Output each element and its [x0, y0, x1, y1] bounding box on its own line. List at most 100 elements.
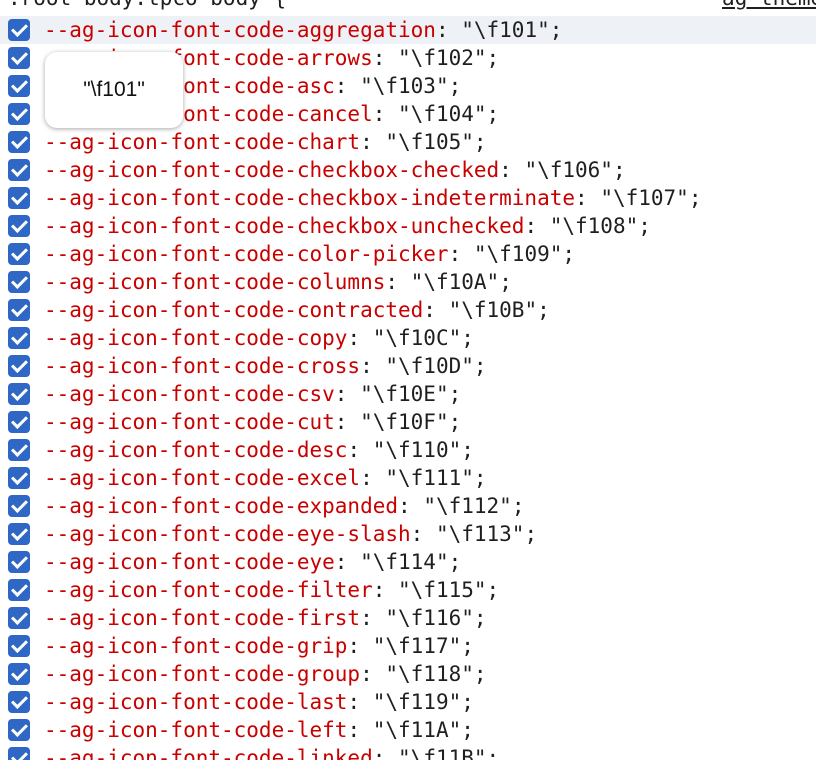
css-declaration-row[interactable]: --ag-icon-font-code-expanded: "\f112"; — [0, 492, 816, 520]
css-declaration-row[interactable]: --ag-icon-font-code-color-picker: "\f109… — [0, 240, 816, 268]
css-declaration-row[interactable]: --ag-icon-font-code-first: "\f116"; — [0, 604, 816, 632]
property-value[interactable]: "\f101" — [461, 18, 550, 42]
declaration-enabled-checkbox[interactable] — [8, 635, 30, 657]
property-name[interactable]: --ag-icon-font-code-cross — [44, 354, 360, 378]
property-name[interactable]: --ag-icon-font-code-chart — [44, 130, 360, 154]
property-value[interactable]: "\f112" — [423, 494, 512, 518]
property-value[interactable]: "\f10C" — [373, 326, 462, 350]
css-declaration-row[interactable]: --ag-icon-font-code-eye-slash: "\f113"; — [0, 520, 816, 548]
declaration-enabled-checkbox[interactable] — [8, 271, 30, 293]
property-name[interactable]: --ag-icon-font-code-desc — [44, 438, 347, 462]
property-name[interactable]: --ag-icon-font-code-linked — [44, 746, 373, 760]
property-name[interactable]: --ag-icon-font-code-aggregation — [44, 18, 436, 42]
declaration-enabled-checkbox[interactable] — [8, 187, 30, 209]
property-name[interactable]: --ag-icon-font-code-csv — [44, 382, 335, 406]
declaration-enabled-checkbox[interactable] — [8, 551, 30, 573]
declaration-enabled-checkbox[interactable] — [8, 103, 30, 125]
property-value[interactable]: "\f113" — [436, 522, 525, 546]
declaration-enabled-checkbox[interactable] — [8, 607, 30, 629]
css-declaration-row[interactable]: --ag-icon-font-code-filter: "\f115"; — [0, 576, 816, 604]
css-declaration-row[interactable]: --ag-icon-font-code-excel: "\f111"; — [0, 464, 816, 492]
property-name[interactable]: --ag-icon-font-code-checkbox-unchecked — [44, 214, 524, 238]
property-name[interactable]: --ag-icon-font-code-expanded — [44, 494, 398, 518]
property-name[interactable]: --ag-icon-font-code-first — [44, 606, 360, 630]
property-name[interactable]: --ag-icon-font-code-excel — [44, 466, 360, 490]
property-value[interactable]: "\f104" — [398, 102, 487, 126]
property-name[interactable]: --ag-icon-font-code-grip — [44, 634, 347, 658]
property-value[interactable]: "\f109" — [474, 242, 563, 266]
property-name[interactable]: --ag-icon-font-code-eye-slash — [44, 522, 411, 546]
declaration-enabled-checkbox[interactable] — [8, 579, 30, 601]
css-declaration-row[interactable]: --ag-icon-font-code-eye: "\f114"; — [0, 548, 816, 576]
property-value[interactable]: "\f107" — [600, 186, 689, 210]
css-declaration-row[interactable]: --ag-icon-font-code-checkbox-indetermina… — [0, 184, 816, 212]
declaration-enabled-checkbox[interactable] — [8, 747, 30, 760]
property-value[interactable]: "\f116" — [385, 606, 474, 630]
property-name[interactable]: --ag-icon-font-code-filter — [44, 578, 373, 602]
declaration-enabled-checkbox[interactable] — [8, 691, 30, 713]
declaration-enabled-checkbox[interactable] — [8, 523, 30, 545]
css-declaration-row[interactable]: --ag-icon-font-code-cross: "\f10D"; — [0, 352, 816, 380]
css-declaration-row[interactable]: --ag-icon-font-code-csv: "\f10E"; — [0, 380, 816, 408]
property-value[interactable]: "\f108" — [550, 214, 639, 238]
property-value[interactable]: "\f119" — [373, 690, 462, 714]
stylesheet-source-link[interactable]: ag-theme — [722, 0, 816, 9]
declaration-enabled-checkbox[interactable] — [8, 243, 30, 265]
property-value[interactable]: "\f114" — [360, 550, 449, 574]
property-name[interactable]: --ag-icon-font-code-left — [44, 718, 347, 742]
property-value[interactable]: "\f105" — [385, 130, 474, 154]
declaration-enabled-checkbox[interactable] — [8, 327, 30, 349]
property-name[interactable]: --ag-icon-font-code-checkbox-indetermina… — [44, 186, 575, 210]
declaration-enabled-checkbox[interactable] — [8, 411, 30, 433]
css-declaration-row[interactable]: --ag-icon-font-code-copy: "\f10C"; — [0, 324, 816, 352]
declaration-enabled-checkbox[interactable] — [8, 159, 30, 181]
property-name[interactable]: --ag-icon-font-code-eye — [44, 550, 335, 574]
property-name[interactable]: --ag-icon-font-code-group — [44, 662, 360, 686]
declaration-enabled-checkbox[interactable] — [8, 495, 30, 517]
property-name[interactable]: --ag-icon-font-code-columns — [44, 270, 385, 294]
declaration-enabled-checkbox[interactable] — [8, 299, 30, 321]
declaration-enabled-checkbox[interactable] — [8, 383, 30, 405]
css-declaration-row[interactable]: --ag-icon-font-code-cut: "\f10F"; — [0, 408, 816, 436]
css-declaration-row[interactable]: --ag-icon-font-code-group: "\f118"; — [0, 660, 816, 688]
declaration-enabled-checkbox[interactable] — [8, 467, 30, 489]
css-declaration-row[interactable]: --ag-icon-font-code-left: "\f11A"; — [0, 716, 816, 744]
css-declaration-row[interactable]: --ag-icon-font-code-linked: "\f11B"; — [0, 744, 816, 760]
css-declaration-row[interactable]: --ag-icon-font-code-chart: "\f105"; — [0, 128, 816, 156]
property-value[interactable]: "\f103" — [360, 74, 449, 98]
css-declaration-row[interactable]: --ag-icon-font-code-desc: "\f110"; — [0, 436, 816, 464]
declaration-enabled-checkbox[interactable] — [8, 215, 30, 237]
property-value[interactable]: "\f118" — [385, 662, 474, 686]
property-name[interactable]: --ag-icon-font-code-copy — [44, 326, 347, 350]
property-value[interactable]: "\f10B" — [449, 298, 538, 322]
property-value[interactable]: "\f110" — [373, 438, 462, 462]
declaration-enabled-checkbox[interactable] — [8, 355, 30, 377]
property-value[interactable]: "\f10D" — [385, 354, 474, 378]
property-name[interactable]: --ag-icon-font-code-contracted — [44, 298, 423, 322]
property-name[interactable]: --ag-icon-font-code-last — [44, 690, 347, 714]
property-name[interactable]: --ag-icon-font-code-color-picker — [44, 242, 449, 266]
property-value[interactable]: "\f10E" — [360, 382, 449, 406]
property-value[interactable]: "\f11A" — [373, 718, 462, 742]
css-declaration-row[interactable]: --ag-icon-font-code-checkbox-unchecked: … — [0, 212, 816, 240]
property-value[interactable]: "\f10A" — [411, 270, 500, 294]
css-declaration-row[interactable]: --ag-icon-font-code-aggregation: "\f101"… — [0, 16, 816, 44]
property-name[interactable]: --ag-icon-font-code-cut — [44, 410, 335, 434]
css-declaration-row[interactable]: --ag-icon-font-code-checkbox-checked: "\… — [0, 156, 816, 184]
css-declaration-row[interactable]: --ag-icon-font-code-grip: "\f117"; — [0, 632, 816, 660]
declaration-enabled-checkbox[interactable] — [8, 19, 30, 41]
property-value[interactable]: "\f11B" — [398, 746, 487, 760]
declaration-enabled-checkbox[interactable] — [8, 47, 30, 69]
property-value[interactable]: "\f102" — [398, 46, 487, 70]
declaration-enabled-checkbox[interactable] — [8, 719, 30, 741]
property-value[interactable]: "\f117" — [373, 634, 462, 658]
property-name[interactable]: --ag-icon-font-code-checkbox-checked — [44, 158, 499, 182]
property-value[interactable]: "\f111" — [385, 466, 474, 490]
declaration-enabled-checkbox[interactable] — [8, 663, 30, 685]
css-declaration-row[interactable]: --ag-icon-font-code-contracted: "\f10B"; — [0, 296, 816, 324]
declaration-enabled-checkbox[interactable] — [8, 131, 30, 153]
css-declaration-row[interactable]: --ag-icon-font-code-columns: "\f10A"; — [0, 268, 816, 296]
declaration-enabled-checkbox[interactable] — [8, 75, 30, 97]
css-declaration-row[interactable]: --ag-icon-font-code-last: "\f119"; — [0, 688, 816, 716]
declaration-enabled-checkbox[interactable] — [8, 439, 30, 461]
